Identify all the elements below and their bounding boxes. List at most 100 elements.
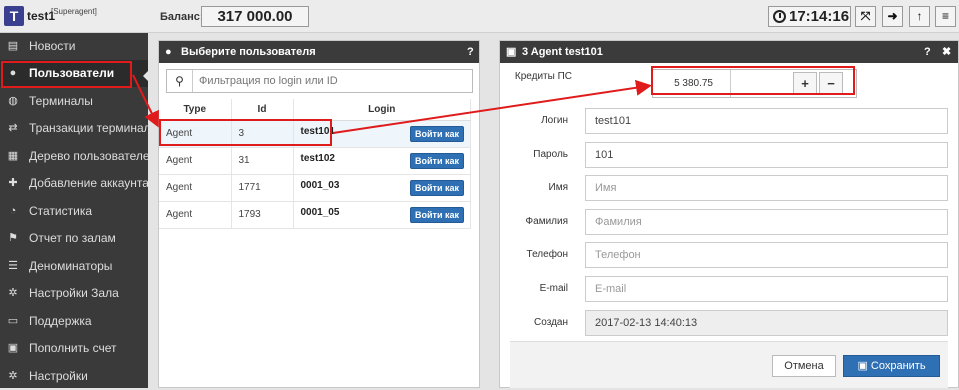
table-row[interactable]: Agent 1771 0001_03 Войти как bbox=[159, 174, 471, 202]
sidebar-item-terminal-transactions[interactable]: ⇄ Транзакции терминалов bbox=[0, 115, 148, 142]
first-name-field[interactable]: Имя bbox=[585, 175, 948, 201]
arrow-up-icon: ↑ bbox=[916, 9, 923, 23]
id-card-icon: ▣ bbox=[506, 46, 517, 58]
gamepad-icon: ◍ bbox=[8, 95, 18, 107]
sidebar-item-label: Деноминаторы bbox=[29, 259, 113, 273]
row-login-cell: test102 Войти как bbox=[293, 147, 471, 175]
sidebar-item-label: Настройки bbox=[29, 369, 88, 383]
row-id: 1771 bbox=[231, 174, 294, 202]
sidebar-item-label: Пополнить счет bbox=[29, 341, 117, 355]
row-login: 0001_03 bbox=[300, 179, 340, 191]
active-pointer bbox=[143, 70, 149, 82]
money-icon: ▣ bbox=[7, 342, 19, 354]
phone-row: Телефон Телефон bbox=[510, 242, 948, 268]
first-name-row: Имя Имя bbox=[510, 175, 948, 201]
sidebar-item-user-tree[interactable]: ▦ Дерево пользователей bbox=[0, 143, 148, 170]
table-row[interactable]: Agent 1793 0001_05 Войти как bbox=[159, 201, 471, 229]
login-row: Логин test101 bbox=[510, 108, 948, 134]
sidebar-item-label: Транзакции терминалов bbox=[29, 121, 148, 135]
email-label: E-mail bbox=[539, 283, 568, 294]
sitemap-icon: ▦ bbox=[7, 150, 19, 162]
annotation-box-row bbox=[159, 119, 332, 146]
pie-chart-icon: ◔ bbox=[9, 205, 17, 217]
detail-panel-header: ▣ 3 Agent test101 ? ✖ bbox=[500, 41, 958, 63]
help-icon[interactable]: ? bbox=[924, 41, 931, 63]
sidebar-item-support[interactable]: ▭ Поддержка bbox=[0, 308, 148, 335]
filter-input[interactable] bbox=[199, 73, 459, 89]
sidebar-item-terminals[interactable]: ◍ Терминалы bbox=[0, 88, 148, 115]
close-icon[interactable]: ✖ bbox=[942, 41, 951, 63]
login-as-button[interactable]: Войти как bbox=[410, 152, 464, 169]
top-bar: T test1 [Superagent] Баланс: 317 000.00 … bbox=[0, 0, 959, 33]
cancel-button[interactable]: Отмена bbox=[772, 355, 836, 377]
fullscreen-button[interactable]: ⤧ bbox=[855, 6, 876, 27]
logout-button[interactable]: ➜ bbox=[882, 6, 903, 27]
row-login-cell: 0001_05 Войти как bbox=[293, 201, 471, 229]
sidebar-item-label: Статистика bbox=[29, 204, 93, 218]
column-header[interactable]: Id bbox=[231, 99, 294, 121]
login-field[interactable]: test101 bbox=[585, 108, 948, 134]
created-label: Создан bbox=[534, 317, 568, 328]
sidebar-item-label: Добавление аккаунта bbox=[29, 176, 148, 190]
save-button[interactable]: ▣ Сохранить bbox=[843, 355, 940, 377]
users-panel-title: Выберите пользователя bbox=[181, 46, 316, 58]
sidebar-item-top-up[interactable]: ▣ Пополнить счет bbox=[0, 335, 148, 362]
hamburger-icon: ≡ bbox=[941, 9, 949, 23]
expand-icon: ⤧ bbox=[860, 9, 871, 23]
first-name-label: Имя bbox=[548, 182, 568, 193]
row-login: test102 bbox=[300, 152, 335, 164]
app-logo[interactable]: T bbox=[4, 6, 24, 26]
email-field[interactable]: E-mail bbox=[585, 276, 948, 302]
column-header[interactable]: Login bbox=[293, 99, 471, 121]
scroll-top-button[interactable]: ↑ bbox=[909, 6, 930, 27]
save-button-label: Сохранить bbox=[870, 360, 926, 372]
sidebar-item-label: Терминалы bbox=[29, 94, 93, 108]
credits-label: Кредиты ПС bbox=[514, 71, 572, 82]
sidebar-item-label: Поддержка bbox=[29, 314, 92, 328]
login-as-button[interactable]: Войти как bbox=[410, 179, 464, 196]
exchange-icon: ⇄ bbox=[8, 122, 18, 134]
last-name-field[interactable]: Фамилия bbox=[585, 209, 948, 235]
search-icon[interactable]: ⚲ bbox=[167, 70, 193, 92]
row-type: Agent bbox=[159, 174, 232, 202]
gears-icon: ✲ bbox=[8, 370, 18, 382]
created-row: Создан 2017-02-13 14:40:13 bbox=[510, 310, 948, 336]
clock: 17:14:16 bbox=[768, 6, 851, 27]
clock-icon bbox=[773, 10, 786, 23]
sidebar-item-label: Настройки Зала bbox=[29, 286, 119, 300]
password-field[interactable]: 101 bbox=[585, 142, 948, 168]
database-icon: ☰ bbox=[8, 260, 18, 272]
floppy-icon: ▣ bbox=[857, 360, 871, 372]
phone-field[interactable]: Телефон bbox=[585, 242, 948, 268]
created-field: 2017-02-13 14:40:13 bbox=[585, 310, 948, 336]
sidebar-item-add-account[interactable]: ✚ Добавление аккаунта bbox=[0, 170, 148, 197]
user-role: [Superagent] bbox=[51, 7, 97, 16]
menu-button[interactable]: ≡ bbox=[935, 6, 956, 27]
login-as-button[interactable]: Войти как bbox=[410, 206, 464, 223]
help-icon[interactable]: ? bbox=[467, 41, 474, 63]
newspaper-icon: ▤ bbox=[7, 40, 19, 52]
column-header[interactable]: Type bbox=[159, 99, 232, 121]
login-as-button[interactable]: Войти как bbox=[410, 125, 464, 142]
password-row: Пароль 101 bbox=[510, 142, 948, 168]
row-id: 1793 bbox=[231, 201, 294, 229]
sidebar-item-denominators[interactable]: ☰ Деноминаторы bbox=[0, 253, 148, 280]
sidebar-item-news[interactable]: ▤ Новости bbox=[0, 33, 148, 60]
form-footer: Отмена ▣ Сохранить bbox=[510, 341, 948, 388]
filter-box: ⚲ bbox=[166, 69, 473, 93]
table-row[interactable]: Agent 31 test102 Войти как bbox=[159, 147, 471, 175]
row-login: 0001_05 bbox=[300, 206, 340, 218]
row-id: 31 bbox=[231, 147, 294, 175]
detail-panel-title: 3 Agent test101 bbox=[522, 46, 603, 58]
sidebar-item-label: Дерево пользователей bbox=[29, 149, 148, 163]
flag-icon: ⚑ bbox=[8, 232, 18, 244]
sidebar-item-hall-report[interactable]: ⚑ Отчет по залам bbox=[0, 225, 148, 252]
sidebar-item-label: Новости bbox=[29, 39, 76, 53]
last-name-label: Фамилия bbox=[525, 216, 568, 227]
sidebar-item-settings[interactable]: ✲ Настройки bbox=[0, 363, 148, 390]
inbox-icon: ▭ bbox=[7, 315, 19, 327]
sidebar-item-statistics[interactable]: ◔ Статистика bbox=[0, 198, 148, 225]
users-panel: ● Выберите пользователя ? ⚲ Type Id Logi… bbox=[158, 40, 480, 388]
phone-label: Телефон bbox=[526, 249, 568, 260]
sidebar-item-hall-settings[interactable]: ✲ Настройки Зала bbox=[0, 280, 148, 307]
